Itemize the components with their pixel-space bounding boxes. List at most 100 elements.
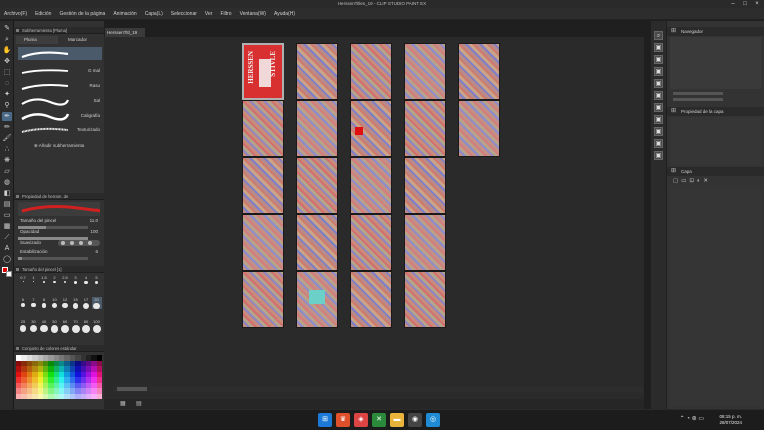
brush-size-cell[interactable]: 70 — [71, 319, 81, 333]
menu-window[interactable]: Ventana(W) — [240, 11, 266, 17]
brush-size-cell[interactable]: 2 — [50, 275, 60, 287]
grid-view-icon[interactable]: ▦ — [120, 400, 126, 407]
dock-icon-5[interactable]: ▣ — [654, 79, 663, 88]
menu-filter[interactable]: Filtro — [220, 11, 231, 17]
app-icon-3[interactable]: ◈ — [354, 413, 368, 427]
smoothing-toggle[interactable] — [58, 240, 100, 246]
brush-size-cell[interactable]: 7 — [29, 297, 39, 309]
page-thumbnail[interactable] — [350, 271, 392, 328]
navigator-preview[interactable] — [670, 37, 761, 89]
page-thumbnail[interactable] — [296, 271, 338, 328]
dock-icon-11[interactable]: ▣ — [654, 151, 663, 160]
page-view-icon[interactable]: ▤ — [136, 400, 142, 407]
brave-browser-icon[interactable]: ♛ — [336, 413, 350, 427]
tool-property-header[interactable]: Propiedad de herram. de — [14, 193, 104, 200]
gradient-tool-icon[interactable]: ▤ — [2, 200, 12, 209]
decoration-tool-icon[interactable]: ❋ — [2, 156, 12, 165]
rotate-slider[interactable] — [673, 98, 723, 101]
pen-active-tool-icon[interactable]: ✒ — [2, 112, 12, 121]
dock-icon-6[interactable]: ▣ — [654, 91, 663, 100]
dock-icon-7[interactable]: ▣ — [654, 103, 663, 112]
brush-item-1[interactable] — [18, 47, 102, 60]
balloon-tool-icon[interactable]: ◯ — [2, 255, 12, 264]
brush-size-cell[interactable]: 30 — [29, 319, 39, 332]
color-set-header[interactable]: Conjunto de colores estándar — [14, 345, 104, 352]
zoom-tool-icon[interactable]: ⌕ — [2, 35, 12, 44]
brush-item-3[interactable]: Rasu — [18, 79, 102, 92]
brush-size-cell[interactable]: 10 — [50, 297, 60, 309]
brush-item-2[interactable]: G mal — [18, 64, 102, 77]
layer-list[interactable] — [670, 188, 761, 406]
dock-icon-8[interactable]: ▣ — [654, 115, 663, 124]
menu-help[interactable]: Ayuda(H) — [274, 11, 295, 17]
windows-start-icon[interactable]: ⊞ — [318, 413, 332, 427]
maximize-button[interactable]: □ — [739, 0, 751, 8]
navigator-header[interactable]: ⊞ Navegador — [667, 27, 764, 36]
brush-size-cell[interactable]: 4 — [81, 275, 91, 287]
page-thumbnail[interactable] — [404, 100, 446, 157]
file-explorer-icon[interactable]: ▬ — [390, 413, 404, 427]
tab-pluma[interactable]: Pluma — [16, 36, 58, 44]
page-thumbnail[interactable] — [296, 157, 338, 214]
page-thumbnail[interactable] — [350, 157, 392, 214]
lasso-tool-icon[interactable]: ◌ — [2, 79, 12, 88]
menu-animation[interactable]: Animación — [113, 11, 136, 17]
brush-item-6[interactable]: Texturizado — [18, 123, 102, 136]
mask-icon[interactable]: ◐ — [697, 178, 700, 184]
page-thumbnail[interactable] — [404, 271, 446, 328]
menu-view[interactable]: Ver — [205, 11, 213, 17]
menu-layer[interactable]: Capa(L) — [145, 11, 163, 17]
brush-size-cell[interactable]: 12 — [60, 297, 70, 309]
brush-size-cell[interactable]: 17 — [81, 297, 91, 309]
menu-select[interactable]: Seleccionar — [171, 11, 197, 17]
brush-size-cell[interactable]: 6 — [18, 297, 28, 309]
subtool-panel-header[interactable]: Subherramienta [Pluma] — [14, 27, 104, 34]
wand-tool-icon[interactable]: ✦ — [2, 90, 12, 99]
select-tool-icon[interactable]: ⬚ — [2, 68, 12, 77]
canvas-area[interactable]: HERSSEN STIVLE — [104, 37, 644, 399]
brush-size-cell[interactable]: 8 — [39, 297, 49, 309]
minimize-button[interactable]: – — [727, 0, 739, 8]
clip-studio-icon[interactable]: ◉ — [408, 413, 422, 427]
brush-size-cell[interactable]: 50 — [50, 319, 60, 333]
sub-color-swatch[interactable] — [6, 271, 12, 277]
eraser-tool-icon[interactable]: ▱ — [2, 167, 12, 176]
page-thumbnail[interactable] — [242, 100, 284, 157]
page-thumbnail[interactable] — [242, 157, 284, 214]
dock-icon-3[interactable]: ▣ — [654, 55, 663, 64]
page-thumbnail[interactable] — [296, 100, 338, 157]
hand-tool-icon[interactable]: ✋ — [2, 46, 12, 55]
blend-tool-icon[interactable]: ◍ — [2, 178, 12, 187]
brush-item-4[interactable]: Sal — [18, 94, 102, 107]
brush-size-row[interactable]: Tamaño del pincel 11.0 — [20, 217, 100, 225]
opacity-row[interactable]: Opacidad 100 — [20, 228, 100, 236]
menu-file[interactable]: Archivo(F) — [4, 11, 27, 17]
brush-size-cell[interactable]: 100 — [92, 319, 102, 333]
brush-size-cell[interactable]: 25 — [18, 319, 28, 332]
fill-tool-icon[interactable]: ◧ — [2, 189, 12, 198]
document-tab[interactable]: HerssenTitl_19 — [105, 28, 145, 37]
eyedropper-tool-icon[interactable]: ⚲ — [2, 101, 12, 110]
page-thumbnail[interactable] — [404, 214, 446, 271]
stabilization-row[interactable]: Estabilización 6 — [20, 248, 100, 256]
page-cover[interactable]: HERSSEN STIVLE — [242, 43, 284, 100]
layer-panel-header[interactable]: ⊞ Capa — [667, 167, 764, 176]
brush-size-cell[interactable]: 40 — [39, 319, 49, 333]
brush-size-cell[interactable]: 5 — [92, 275, 102, 287]
close-button[interactable]: × — [751, 0, 763, 8]
tab-marcador[interactable]: Marcador — [60, 36, 102, 44]
pen-tool-icon[interactable]: ✎ — [2, 24, 12, 33]
add-subtool-button[interactable]: ⊕ Añadir subherramienta — [34, 143, 84, 149]
zoom-slider[interactable] — [673, 92, 723, 95]
figure-tool-icon[interactable]: ▭ — [2, 211, 12, 220]
brush-size-header[interactable]: Tamaño del pincel [1] — [14, 266, 104, 273]
brush-size-cell[interactable]: 15 — [71, 297, 81, 309]
brush-size-cell[interactable]: 80 — [81, 319, 91, 333]
dock-icon-2[interactable]: ▣ — [654, 43, 663, 52]
folder-icon[interactable]: ▭ — [681, 178, 686, 184]
brush-size-cell[interactable]: 1.5 — [39, 275, 49, 287]
brush-tool-icon[interactable]: 🖌 — [2, 134, 12, 143]
brush-item-5[interactable]: Caligrafía — [18, 109, 102, 122]
edge-browser-icon[interactable]: ◎ — [426, 413, 440, 427]
text-tool-icon[interactable]: A — [2, 244, 12, 253]
